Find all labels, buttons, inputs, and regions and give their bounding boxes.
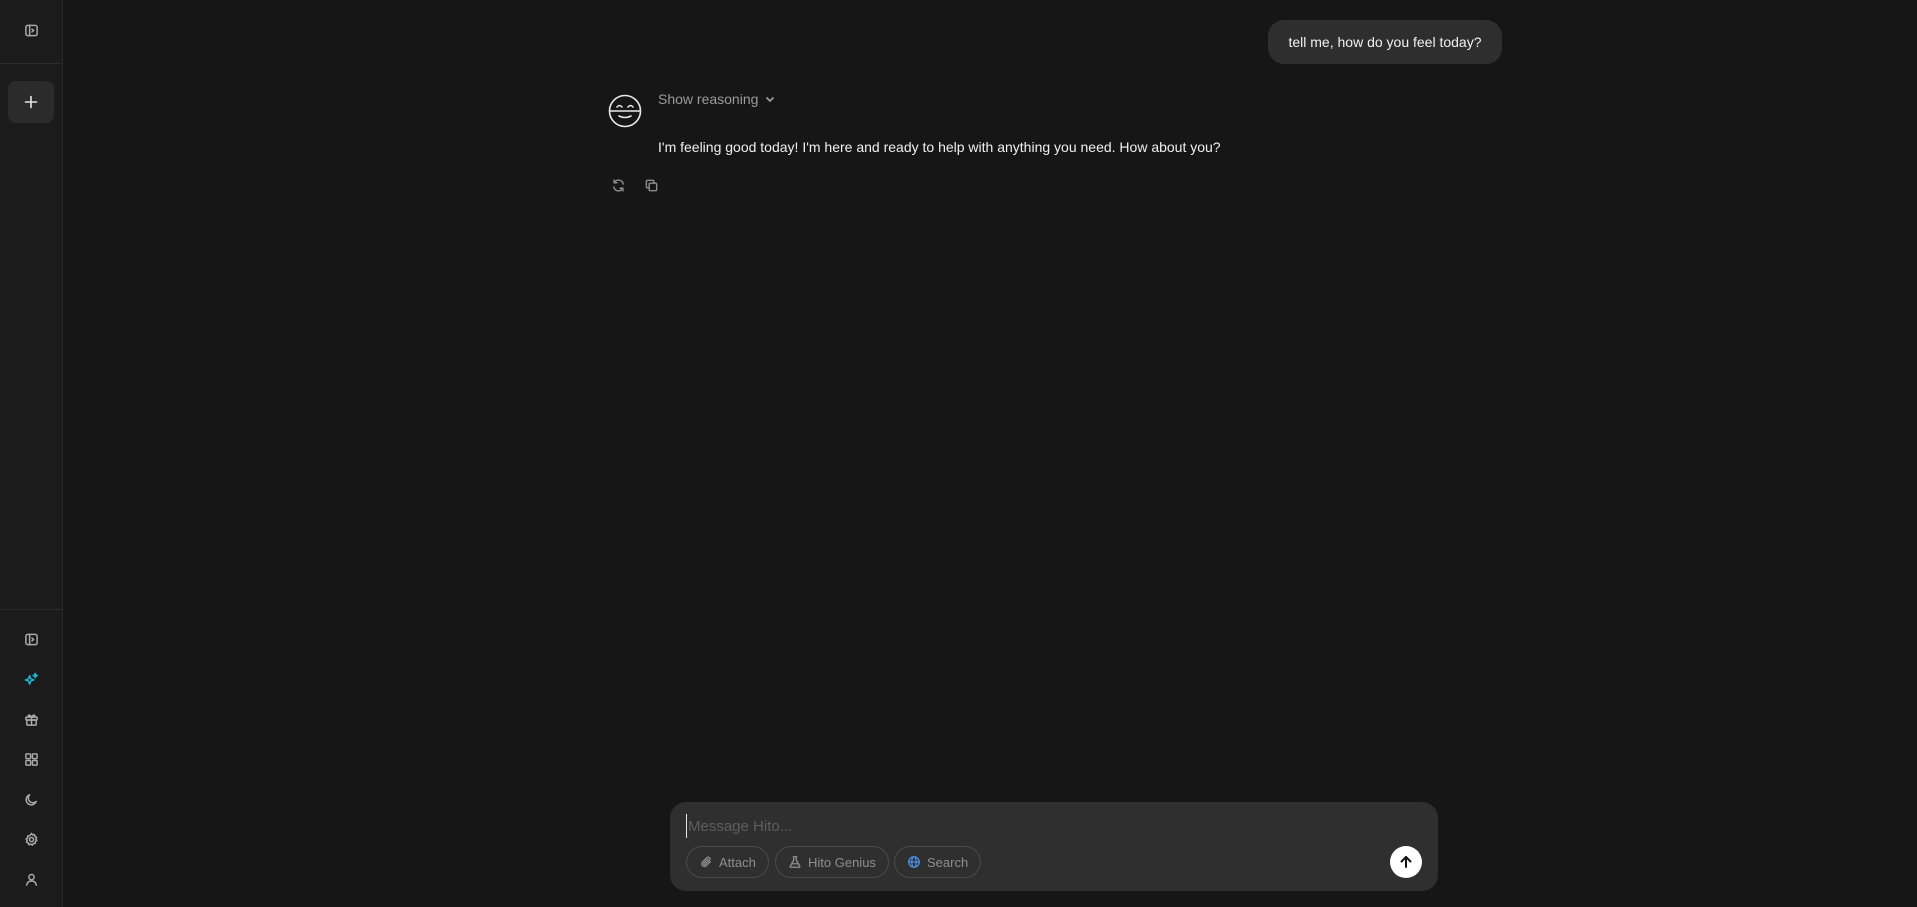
sidebar — [0, 0, 63, 907]
sparkles-icon — [24, 672, 38, 685]
copy-button[interactable] — [639, 173, 663, 197]
plus-icon — [24, 95, 38, 109]
paperclip-icon — [701, 856, 712, 868]
user-message-bubble: tell me, how do you feel today? — [1268, 20, 1502, 64]
theme-toggle-button[interactable] — [8, 779, 54, 819]
hito-genius-label: Hito Genius — [808, 854, 876, 870]
sidebar-toggle-icon — [24, 24, 38, 36]
apps-button[interactable] — [8, 739, 54, 779]
chevron-down-icon — [766, 96, 775, 103]
ai-features-button[interactable] — [8, 659, 54, 699]
copy-icon — [645, 179, 657, 191]
hito-genius-button[interactable]: Hito Genius — [775, 846, 889, 878]
gift-icon — [24, 713, 38, 726]
gear-icon — [24, 832, 38, 846]
message-composer: Attach Hito Genius Search — [670, 802, 1438, 891]
attach-label: Attach — [719, 854, 756, 870]
user-icon — [25, 873, 37, 886]
apps-grid-icon — [24, 752, 38, 766]
sidebar-divider-bottom — [0, 609, 63, 610]
show-reasoning-toggle[interactable]: Show reasoning — [658, 89, 776, 109]
sidebar-toggle-button[interactable] — [8, 10, 54, 50]
panel-icon — [24, 633, 38, 645]
chat-area: tell me, how do you feel today? Show rea… — [63, 0, 1917, 907]
send-button[interactable] — [1390, 846, 1422, 878]
moon-icon — [24, 793, 37, 806]
flask-icon — [789, 856, 801, 868]
assistant-avatar-icon — [608, 94, 642, 128]
profile-button[interactable] — [8, 859, 54, 899]
sidebar-divider-top — [0, 63, 63, 64]
panel-button[interactable] — [8, 619, 54, 659]
user-message-text: tell me, how do you feel today? — [1288, 34, 1482, 50]
settings-button[interactable] — [8, 819, 54, 859]
show-reasoning-label: Show reasoning — [658, 91, 759, 107]
search-button[interactable]: Search — [894, 846, 982, 878]
assistant-message-text: I'm feeling good today! I'm here and rea… — [658, 139, 1221, 155]
message-input[interactable] — [686, 814, 1386, 838]
gift-button[interactable] — [8, 699, 54, 739]
regenerate-button[interactable] — [606, 173, 630, 197]
attach-button[interactable]: Attach — [686, 846, 769, 878]
new-chat-button[interactable] — [8, 81, 54, 123]
refresh-icon — [612, 178, 624, 192]
search-label: Search — [927, 854, 969, 870]
globe-icon — [908, 856, 920, 868]
arrow-up-icon — [1400, 856, 1412, 868]
